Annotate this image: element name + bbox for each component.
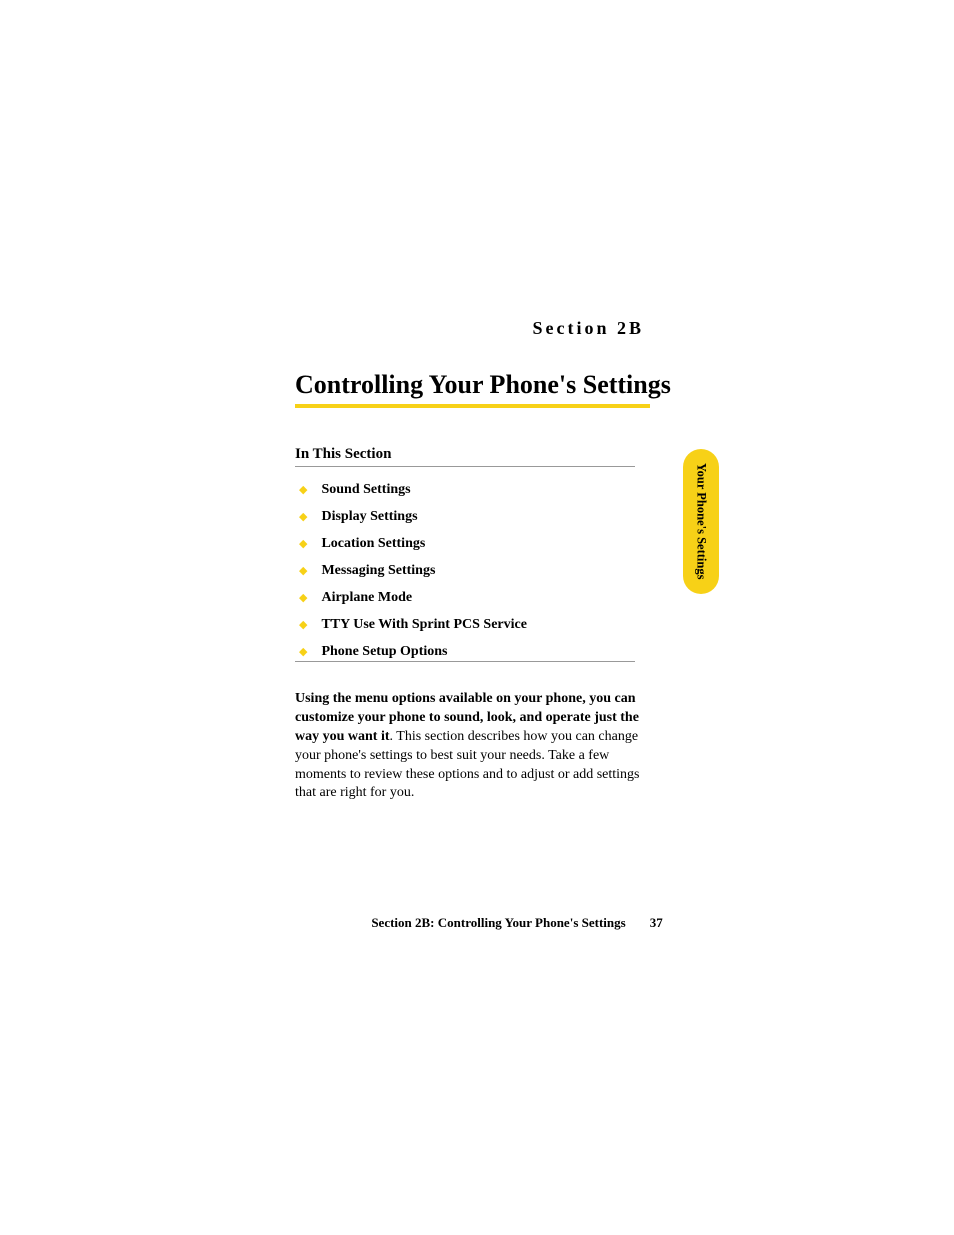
page-number: 37 bbox=[650, 915, 663, 930]
bullet-icon: ◆ bbox=[299, 537, 307, 550]
toc-item: ◆ Phone Setup Options bbox=[295, 644, 527, 660]
document-page: Section 2B Controlling Your Phone's Sett… bbox=[0, 0, 954, 1235]
page-footer: Section 2B: Controlling Your Phone's Set… bbox=[0, 914, 954, 932]
section-label: Section 2B bbox=[532, 318, 644, 339]
subsection-heading: In This Section bbox=[295, 446, 391, 463]
divider-top bbox=[295, 466, 635, 467]
toc-item: ◆ Location Settings bbox=[295, 536, 527, 552]
toc-label: Phone Setup Options bbox=[321, 644, 447, 660]
toc-item: ◆ TTY Use With Sprint PCS Service bbox=[295, 617, 527, 633]
side-tab-label: Your Phone's Settings bbox=[694, 463, 709, 579]
side-tab: Your Phone's Settings bbox=[683, 449, 719, 594]
toc-label: TTY Use With Sprint PCS Service bbox=[321, 617, 526, 633]
toc-item: ◆ Sound Settings bbox=[295, 482, 527, 498]
toc-label: Location Settings bbox=[321, 536, 425, 552]
bullet-icon: ◆ bbox=[299, 591, 307, 604]
bullet-icon: ◆ bbox=[299, 618, 307, 631]
toc-item: ◆ Display Settings bbox=[295, 509, 527, 525]
toc-label: Airplane Mode bbox=[321, 590, 412, 606]
bullet-icon: ◆ bbox=[299, 645, 307, 658]
divider-bottom bbox=[295, 661, 635, 662]
toc-label: Messaging Settings bbox=[321, 563, 435, 579]
bullet-icon: ◆ bbox=[299, 564, 307, 577]
toc-item: ◆ Messaging Settings bbox=[295, 563, 527, 579]
toc-label: Sound Settings bbox=[321, 482, 410, 498]
title-underline bbox=[295, 404, 650, 408]
footer-label: Section 2B: Controlling Your Phone's Set… bbox=[371, 915, 625, 931]
toc-label: Display Settings bbox=[321, 509, 417, 525]
toc-item: ◆ Airplane Mode bbox=[295, 590, 527, 606]
toc-list: ◆ Sound Settings ◆ Display Settings ◆ Locat… bbox=[295, 482, 527, 671]
bullet-icon: ◆ bbox=[299, 483, 307, 496]
page-title: Controlling Your Phone's Settings bbox=[295, 370, 671, 400]
body-paragraph: Using the menu options available on your… bbox=[295, 690, 647, 803]
bullet-icon: ◆ bbox=[299, 510, 307, 523]
